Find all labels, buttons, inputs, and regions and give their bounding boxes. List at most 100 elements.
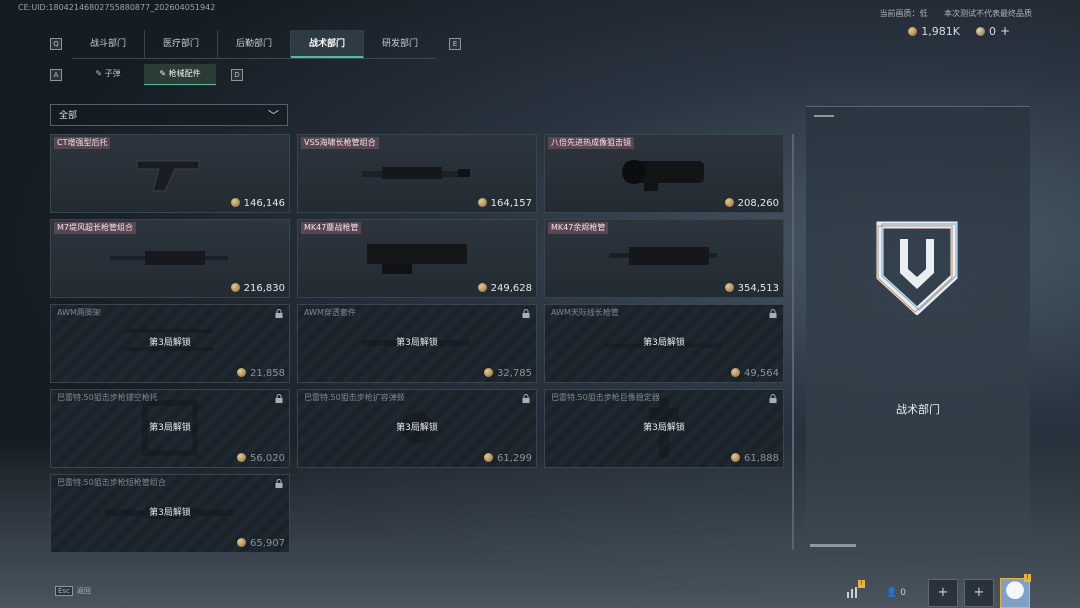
notification-badge: ! <box>858 579 866 588</box>
item-name: AWM天际线长枪管 <box>551 308 619 317</box>
item-name: 巴雷特.50狙击步枪巨像稳定器 <box>551 393 660 402</box>
item-name: AWM穿透套件 <box>304 308 356 317</box>
item-card[interactable]: VSS海啸长枪管组合 164,157 <box>297 134 537 213</box>
add-squad-member-icon: + <box>973 585 985 600</box>
stats-button[interactable]: ! <box>846 579 866 601</box>
player-avatar[interactable]: ! <box>1000 574 1031 608</box>
silver-amount: 0 <box>988 25 996 38</box>
category-subtabs: ✎ 子弹 ✎ 枪械配件 <box>72 64 216 85</box>
subtab-attachments[interactable]: ✎ 枪械配件 <box>144 64 216 85</box>
panel-header-bar <box>814 115 834 117</box>
pencil-icon: ✎ <box>95 69 105 78</box>
subtab-next-key-hint[interactable]: D <box>231 69 243 81</box>
department-info-panel: 战术部门 <box>806 106 1030 553</box>
unlock-condition: 第3局解锁 <box>643 423 685 433</box>
friends-button[interactable]: 👤 0 <box>886 588 906 598</box>
lock-icon <box>522 309 530 318</box>
build-id-text: CE:UID:18042146802755880877_202604051942 <box>18 3 216 12</box>
item-card[interactable]: 巴雷特.50狙击步枪扩容弹鼓 第3局解锁 61,299 <box>297 389 537 468</box>
price-value: 21,858 <box>250 368 285 379</box>
bottom-toolbar: ! 👤 0 + + ! <box>846 574 1031 608</box>
friends-count: 0 <box>900 588 906 598</box>
department-tabs: 战斗部门 医疗部门 后勤部门 战术部门 研发部门 <box>72 30 436 59</box>
lock-icon <box>275 479 283 488</box>
quality-mode-label: 当前画质：低 <box>879 9 928 18</box>
item-name: AWM两脚架 <box>57 308 101 317</box>
item-card[interactable]: 巴雷特.50狙击步枪短枪管组合第3局解锁 65,907 <box>50 474 290 553</box>
lock-icon <box>275 394 283 403</box>
price-value: 216,830 <box>243 283 285 294</box>
item-price: 61,888 <box>731 453 779 464</box>
item-price: 208,260 <box>724 198 779 209</box>
item-card[interactable]: AWM两脚架 第3局解锁 21,858 <box>50 304 290 383</box>
filter-selected-value: 全部 <box>59 111 78 121</box>
subtab-prev-key-hint[interactable]: A <box>50 69 62 81</box>
grid-scrollbar[interactable] <box>792 134 794 550</box>
tab-prev-key-hint[interactable]: Q <box>50 38 62 50</box>
item-name: 巴雷特.50狙击步枪扩容弹鼓 <box>304 393 405 402</box>
item-name: VSS海啸长枪管组合 <box>301 137 379 149</box>
price-value: 49,564 <box>744 368 779 379</box>
gold-coin-icon <box>477 198 487 207</box>
gold-currency: 1,981K <box>908 25 960 38</box>
item-card[interactable]: AWM穿透套件 第3局解锁 32,785 <box>297 304 537 383</box>
lock-icon <box>769 309 777 318</box>
test-disclaimer: 本次测试不代表最终品质 <box>944 9 1032 18</box>
tactical-department-emblem <box>876 221 958 315</box>
item-card[interactable]: 巴雷特.50狙击步枪巨像稳定器第3局解锁 61,888 <box>544 389 784 468</box>
category-filter-dropdown[interactable]: 全部 ﹀ <box>50 104 288 126</box>
gold-coin-icon <box>237 453 246 462</box>
item-card[interactable]: 巴雷特.50狙击步枪镂空枪托 第3局解锁 56,020 <box>50 389 290 468</box>
item-price: 146,146 <box>230 198 285 209</box>
squad-slot-1[interactable]: + <box>928 579 958 607</box>
tab-combat[interactable]: 战斗部门 <box>72 30 145 58</box>
price-value: 249,628 <box>490 283 532 294</box>
item-card[interactable]: CT增强型后托 146,146 <box>50 134 290 213</box>
gold-coin-icon <box>724 283 734 292</box>
lock-icon <box>275 309 283 318</box>
item-price: 65,907 <box>237 538 285 549</box>
gold-coin-icon <box>477 283 487 292</box>
unlock-condition: 第3局解锁 <box>643 338 685 348</box>
squad-slot-2[interactable]: + <box>964 579 994 607</box>
item-name: MK47鏖战枪管 <box>301 222 362 234</box>
tab-medical[interactable]: 医疗部门 <box>145 30 218 58</box>
item-name: CT增强型后托 <box>54 137 111 149</box>
gold-coin-icon <box>484 368 493 377</box>
unlock-condition: 第3局解锁 <box>149 508 191 518</box>
item-price: 216,830 <box>230 283 285 294</box>
item-name: 巴雷特.50狙击步枪短枪管组合 <box>57 478 166 487</box>
gold-coin-icon <box>908 26 918 36</box>
tab-tactical[interactable]: 战术部门 <box>291 30 364 58</box>
item-price: 49,564 <box>731 368 779 379</box>
item-card[interactable]: AWM天际线长枪管第3局解锁 49,564 <box>544 304 784 383</box>
price-value: 208,260 <box>737 198 779 209</box>
unlock-condition: 第3局解锁 <box>396 423 438 433</box>
silver-currency: 0 + <box>975 24 1010 38</box>
price-value: 65,907 <box>250 538 285 549</box>
gold-amount: 1,981K <box>921 24 960 38</box>
silver-coin-icon <box>975 27 985 36</box>
item-name: M7堤风超长枪管组合 <box>54 222 136 234</box>
back-label: 返回 <box>76 587 91 595</box>
gold-coin-icon <box>230 198 240 207</box>
gold-coin-icon <box>484 453 493 462</box>
gold-coin-icon <box>230 283 240 292</box>
item-price: 164,157 <box>477 198 532 209</box>
item-card[interactable]: M7堤风超长枪管组合 216,830 <box>50 219 290 298</box>
attachment-image <box>362 163 472 187</box>
subtab-ammo[interactable]: ✎ 子弹 <box>72 64 144 84</box>
attachment-image <box>110 248 230 272</box>
gold-coin-icon <box>731 368 740 377</box>
add-currency-button[interactable]: + <box>1000 24 1010 38</box>
item-card[interactable]: MK47鏖战枪管 249,628 <box>297 219 537 298</box>
tab-next-key-hint[interactable]: E <box>449 38 461 50</box>
back-button[interactable]: Esc 返回 <box>55 586 91 596</box>
attachment-image <box>609 243 719 277</box>
item-card[interactable]: 八倍先进热成像狙击镜 208,260 <box>544 134 784 213</box>
tab-logistics[interactable]: 后勤部门 <box>218 30 291 58</box>
department-name: 战术部门 <box>896 403 940 416</box>
tab-research[interactable]: 研发部门 <box>364 30 436 58</box>
item-card[interactable]: MK47余烬枪管 354,513 <box>544 219 784 298</box>
unlock-condition: 第3局解锁 <box>149 423 191 433</box>
